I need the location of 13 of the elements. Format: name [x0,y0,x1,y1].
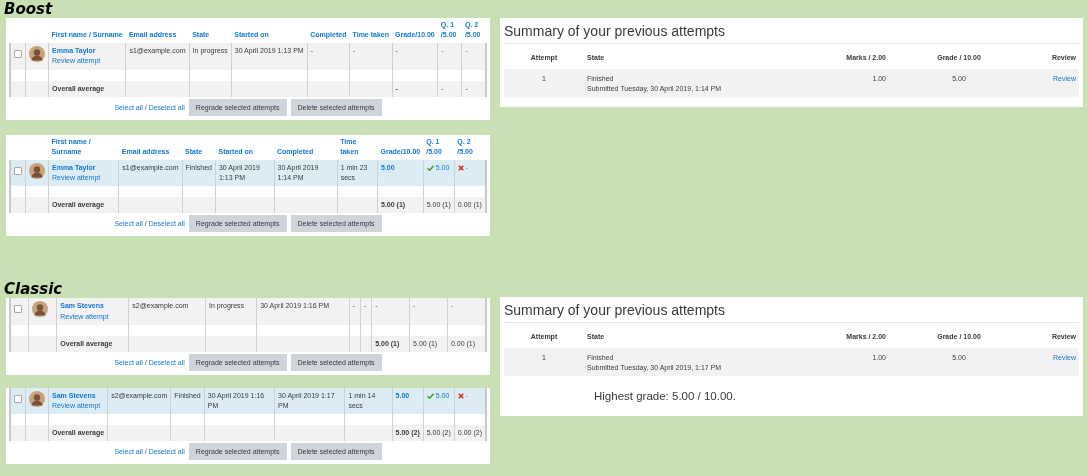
section-heading: Classic [3,280,63,299]
avatar [32,301,49,318]
summary-title: Summary of your previous attempts [504,300,1079,323]
section-heading: Boost [3,0,53,18]
row-checkbox[interactable] [14,50,22,59]
row-checkbox[interactable] [14,394,22,403]
row-checkbox[interactable] [14,167,22,175]
row-checkbox[interactable] [14,305,22,314]
avatar [29,163,45,179]
avatar [29,390,45,407]
highest-grade-text: Highest grade: 5.00 / 10.00. [593,389,737,404]
avatar [29,46,45,63]
summary-title: Summary of your previous attempts [504,21,1079,44]
